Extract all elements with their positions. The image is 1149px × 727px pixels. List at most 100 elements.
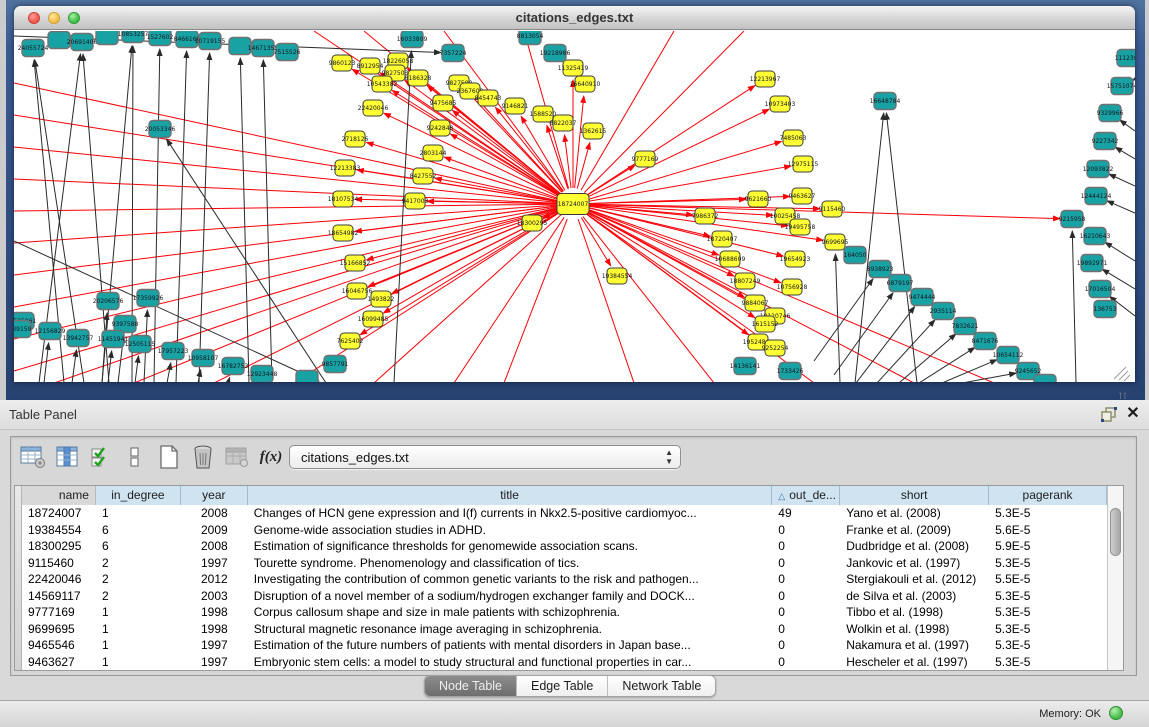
graph-node[interactable]: 10688609 bbox=[715, 251, 746, 267]
cell-title[interactable]: Estimation of significance thresholds fo… bbox=[248, 538, 772, 555]
cell-year[interactable]: 2008 bbox=[181, 538, 248, 555]
graph-node[interactable]: 18300295 bbox=[517, 215, 548, 231]
table-selector-dropdown[interactable]: citations_edges.txt ▲▼ bbox=[289, 445, 681, 469]
graph-node[interactable]: 7625402 bbox=[337, 333, 364, 349]
graph-node[interactable]: 1527602 bbox=[147, 31, 174, 46]
cell-pagerank[interactable]: 5.6E-5 bbox=[989, 522, 1107, 539]
tab-network-table[interactable]: Network Table bbox=[608, 676, 715, 696]
cell-short[interactable]: de Silva et al. (2003) bbox=[840, 588, 989, 605]
graph-node[interactable]: 10719155 bbox=[195, 33, 226, 50]
cell-name[interactable]: 19384554 bbox=[22, 522, 96, 539]
cell-name[interactable]: 18300295 bbox=[22, 538, 96, 555]
graph-node[interactable]: 20206576 bbox=[93, 293, 124, 310]
graph-node[interactable]: 2803144 bbox=[420, 145, 447, 161]
graph-node[interactable]: 6879197 bbox=[887, 275, 914, 292]
cell-out_de[interactable]: 0 bbox=[772, 621, 840, 638]
cell-short[interactable]: Jankovic et al. (1997) bbox=[840, 555, 989, 572]
cell-pagerank[interactable]: 5.3E-5 bbox=[989, 505, 1107, 522]
graph-node[interactable]: 1615152 bbox=[752, 316, 779, 332]
graph-node[interactable]: 17957223 bbox=[158, 343, 189, 360]
cell-title[interactable]: Tourette syndrome. Phenomenology and cla… bbox=[248, 555, 772, 572]
cell-out_de[interactable]: 0 bbox=[772, 538, 840, 555]
column-header-short[interactable]: short bbox=[840, 486, 989, 505]
graph-node[interactable]: 12923448 bbox=[247, 366, 278, 383]
cell-title[interactable]: Disruption of a novel member of a sodium… bbox=[248, 588, 772, 605]
memory-ok-icon[interactable] bbox=[1109, 706, 1123, 720]
cell-title[interactable]: Estimation of the future numbers of pati… bbox=[248, 637, 772, 654]
cell-in_degree[interactable]: 1 bbox=[96, 637, 181, 654]
graph-node[interactable]: 16648784 bbox=[870, 93, 901, 110]
cell-short[interactable]: Wolkin et al. (1998) bbox=[840, 621, 989, 638]
cell-out_de[interactable]: 0 bbox=[772, 555, 840, 572]
cell-year[interactable]: 1998 bbox=[181, 604, 248, 621]
function-builder-icon[interactable]: f(x) bbox=[257, 443, 285, 471]
graph-node[interactable]: 19654923 bbox=[780, 251, 811, 267]
window-titlebar[interactable]: citations_edges.txt bbox=[14, 6, 1135, 30]
graph-node[interactable]: 18724007 bbox=[557, 194, 589, 215]
tab-node-table[interactable]: Node Table bbox=[425, 676, 517, 696]
cell-in_degree[interactable]: 2 bbox=[96, 571, 181, 588]
graph-node[interactable]: 12093822 bbox=[1083, 161, 1114, 178]
table-row[interactable]: 1456911722003Disruption of a novel membe… bbox=[22, 588, 1107, 605]
table-row[interactable]: 977716911998Corpus callosum shape and si… bbox=[22, 604, 1107, 621]
graph-node[interactable]: 12975115 bbox=[788, 156, 819, 172]
close-panel-icon[interactable]: ✕ bbox=[1124, 405, 1142, 423]
cell-name[interactable]: 9463627 bbox=[22, 654, 96, 671]
graph-node[interactable]: 19218986 bbox=[540, 45, 571, 62]
graph-node[interactable]: 1362615 bbox=[580, 123, 607, 139]
cell-in_degree[interactable]: 1 bbox=[96, 604, 181, 621]
cell-name[interactable]: 9699695 bbox=[22, 621, 96, 638]
cell-year[interactable]: 2003 bbox=[181, 588, 248, 605]
graph-node[interactable]: 9417003 bbox=[402, 193, 429, 209]
cell-out_de[interactable]: 0 bbox=[772, 522, 840, 539]
cell-pagerank[interactable]: 5.9E-5 bbox=[989, 538, 1107, 555]
column-header-out_de[interactable]: △out_de... bbox=[772, 486, 840, 505]
cell-short[interactable]: Tibbo et al. (1998) bbox=[840, 604, 989, 621]
import-table-icon[interactable] bbox=[223, 443, 251, 471]
graph-node[interactable]: 8813054 bbox=[517, 31, 544, 45]
cell-title[interactable]: Investigating the contribution of common… bbox=[248, 571, 772, 588]
cell-out_de[interactable]: 0 bbox=[772, 637, 840, 654]
graph-node[interactable]: 1493822 bbox=[368, 291, 395, 307]
graph-node[interactable]: 11325419 bbox=[558, 60, 589, 76]
cell-short[interactable]: Hescheler et al. (1997) bbox=[840, 654, 989, 671]
graph-node[interactable]: 16782753 bbox=[218, 358, 249, 375]
graph-node[interactable]: 13942757 bbox=[63, 330, 94, 347]
graph-node[interactable]: 10853257 bbox=[118, 31, 149, 43]
cell-in_degree[interactable]: 6 bbox=[96, 522, 181, 539]
cell-in_degree[interactable]: 2 bbox=[96, 555, 181, 572]
graph-node[interactable]: 8822037 bbox=[550, 115, 577, 131]
cell-short[interactable]: Stergiakouli et al. (2012) bbox=[840, 571, 989, 588]
column-visibility-icon[interactable] bbox=[53, 443, 81, 471]
cell-year[interactable]: 2009 bbox=[181, 522, 248, 539]
cell-name[interactable]: 22420046 bbox=[22, 571, 96, 588]
graph-node[interactable]: 7485063 bbox=[780, 130, 807, 146]
graph-node[interactable]: 20691406 bbox=[67, 34, 98, 51]
graph-node[interactable]: 8938923 bbox=[867, 261, 894, 278]
graph-node[interactable]: 8454743 bbox=[475, 90, 502, 106]
table-row[interactable]: 1938455462009Genome-wide association stu… bbox=[22, 522, 1107, 539]
graph-node[interactable]: 9146821 bbox=[502, 98, 529, 114]
graph-node[interactable]: 15751074 bbox=[1107, 78, 1135, 95]
cell-in_degree[interactable]: 6 bbox=[96, 538, 181, 555]
graph-node[interactable]: 2718126 bbox=[342, 131, 369, 147]
cell-pagerank[interactable]: 5.3E-5 bbox=[989, 621, 1107, 638]
cell-in_degree[interactable]: 2 bbox=[96, 588, 181, 605]
graph-node[interactable]: 20053346 bbox=[145, 121, 176, 138]
cell-out_de[interactable]: 49 bbox=[772, 505, 840, 522]
graph-node[interactable]: 12444124 bbox=[1081, 188, 1112, 205]
cell-name[interactable]: 9777169 bbox=[22, 604, 96, 621]
graph-node[interactable]: 19384554 bbox=[602, 268, 633, 284]
column-header-in_degree[interactable]: in_degree bbox=[96, 486, 181, 505]
graph-node[interactable] bbox=[1034, 375, 1056, 383]
delete-table-icon[interactable] bbox=[189, 443, 217, 471]
graph-node[interactable]: 9242848 bbox=[427, 120, 454, 136]
graph-node[interactable]: 14136141 bbox=[730, 358, 761, 375]
graph-node[interactable]: 12213967 bbox=[750, 71, 781, 87]
graph-node[interactable]: 9860123 bbox=[329, 55, 356, 71]
window-resize-grip[interactable] bbox=[1114, 367, 1130, 381]
graph-node[interactable]: 16210643 bbox=[1080, 228, 1111, 245]
graph-node[interactable]: 8471676 bbox=[972, 333, 999, 350]
tab-edge-table[interactable]: Edge Table bbox=[517, 676, 608, 696]
cell-pagerank[interactable]: 5.3E-5 bbox=[989, 604, 1107, 621]
